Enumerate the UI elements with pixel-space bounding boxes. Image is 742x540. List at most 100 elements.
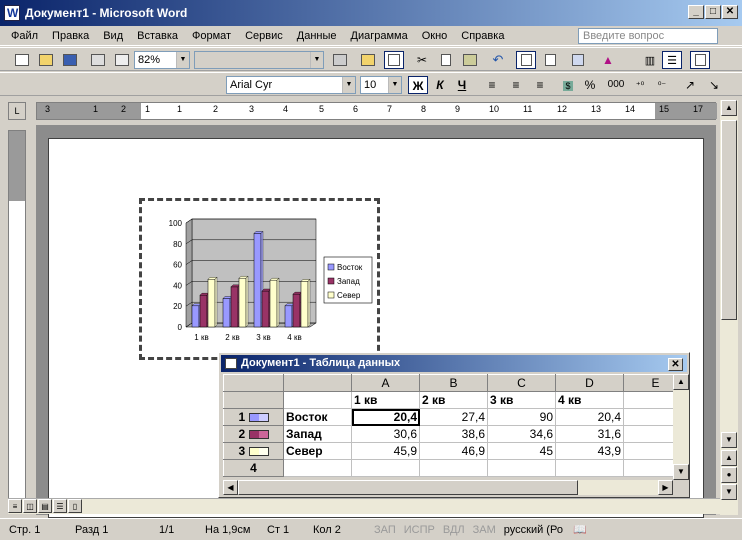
bar[interactable] [261,290,270,328]
datasheet-vscroll[interactable]: ▲ ▼ [673,374,689,480]
bar[interactable] [222,298,231,328]
align-center-icon[interactable]: ≡ [506,76,526,94]
grid-cell[interactable]: 20,4 [555,408,624,426]
x-tick-label[interactable]: 2 кв [225,333,239,342]
italic-button[interactable]: К [430,76,450,94]
datasheet-close-button[interactable]: ✕ [668,358,683,371]
open-folder-icon[interactable] [36,51,56,69]
grid-cell[interactable]: 34,6 [487,425,556,443]
by-column-icon[interactable] [540,51,560,69]
legend-entry[interactable]: Север [337,291,361,300]
reading-view-icon[interactable]: ▯ [68,499,82,513]
align-right-icon[interactable]: ≡ [530,76,550,94]
angle-clockwise-icon[interactable]: ↘ [704,76,724,94]
chart-type-icon[interactable]: ▲ [598,51,618,69]
grid-cell[interactable]: Восток [283,408,352,426]
bar-side[interactable] [276,277,280,328]
normal-view-icon[interactable]: ≡ [8,499,22,513]
print-layout-icon[interactable]: ▤ [38,499,52,513]
web-view-icon[interactable]: ◫ [23,499,37,513]
legend-swatch[interactable] [327,263,335,271]
chart-object[interactable]: 0 20 40 60 80 100 1 кв 2 кв 3 кв 4 кв Восток Запад С… [138,197,381,361]
grid-cell[interactable]: 4 кв [555,391,624,409]
grid-cell[interactable]: 43,9 [555,442,624,460]
bar[interactable] [230,286,239,328]
legend-entry[interactable]: Восток [337,263,363,272]
grid-corner-spacer[interactable] [283,374,352,392]
column-header[interactable]: B [419,374,488,392]
datasheet-window[interactable]: Документ1 - Таблица данных ✕ A B C D E 1… [218,352,690,498]
tab-selector[interactable]: L [8,102,26,120]
copy-icon[interactable] [436,51,456,69]
grid-cell[interactable] [283,459,352,477]
grid-cell[interactable]: Запад [283,425,352,443]
spelling-status-icon[interactable]: 📖 [567,523,593,536]
bar[interactable] [284,305,293,328]
grid-cell[interactable]: 30,6 [351,425,420,443]
y-tick-label[interactable]: 100 [169,219,183,228]
ds-scroll-left-icon[interactable]: ◀ [223,480,238,495]
paste-icon[interactable] [460,51,480,69]
data-table-icon[interactable] [568,51,588,69]
word-app-icon[interactable] [4,5,20,21]
chart-objects-select[interactable]: ▼ [194,51,324,69]
bar-side[interactable] [245,275,249,328]
underline-button[interactable]: Ч [452,76,472,94]
increase-decimal-icon[interactable]: ⁺⁰ [630,76,650,94]
menu-insert[interactable]: Вставка [130,30,185,42]
grid-cell[interactable] [351,459,420,477]
bar[interactable] [269,279,278,328]
ds-scroll-up-icon[interactable]: ▲ [673,374,689,390]
legend-swatch[interactable] [327,277,335,285]
ds-scroll-down-icon[interactable]: ▼ [673,464,689,480]
bar[interactable] [253,233,262,328]
grid-cell[interactable]: 2 кв [419,391,488,409]
status-record[interactable]: ЗАП [370,524,400,536]
row-header[interactable]: 4 [223,459,284,477]
scroll-up-icon[interactable]: ▲ [721,100,737,116]
bar[interactable] [191,305,200,328]
column-header[interactable]: C [487,374,556,392]
vertical-scrollbar[interactable]: ▲ ▼ ▲ ● ▼ [720,100,738,515]
decrease-decimal-icon[interactable]: ⁰⁻ [652,76,672,94]
column-header[interactable]: D [555,374,624,392]
horizontal-scrollbar[interactable]: ≡ ◫ ▤ ☰ ▯ [8,498,720,514]
legend-icon[interactable] [690,51,710,69]
vertical-gridlines-icon[interactable]: ▥ [640,51,660,69]
grid-cell-selected[interactable]: 20,4 [351,408,420,426]
undo-icon[interactable]: ↶ [488,51,508,69]
print-preview-icon[interactable] [112,51,132,69]
outline-view-icon[interactable]: ☰ [53,499,67,513]
vertical-ruler[interactable] [8,130,26,510]
bar-side[interactable] [307,278,311,328]
grid-cell[interactable] [419,459,488,477]
ask-question-box[interactable]: Введите вопрос [578,28,718,44]
bar-side[interactable] [214,276,218,328]
status-track[interactable]: ИСПР [400,524,439,536]
comma-style-button[interactable]: 000 [604,76,628,94]
percent-style-button[interactable]: % [580,76,600,94]
maximize-button[interactable]: □ [705,5,721,19]
status-extend[interactable]: ВДЛ [439,524,469,536]
currency-style-icon[interactable]: $ [558,76,578,94]
grid-cell[interactable]: 38,6 [419,425,488,443]
x-tick-label[interactable]: 1 кв [194,333,208,342]
grid-cell[interactable]: 90 [487,408,556,426]
zoom-select[interactable]: 82% ▼ [134,51,190,69]
menu-chart[interactable]: Диаграмма [344,30,415,42]
x-tick-label[interactable]: 3 кв [256,333,270,342]
grid-cell[interactable]: 1 кв [351,391,420,409]
ds-scroll-right-icon[interactable]: ▶ [658,480,673,495]
bar[interactable] [199,294,208,328]
y-tick-label[interactable]: 60 [173,261,182,270]
import-file-icon[interactable] [358,51,378,69]
align-left-icon[interactable]: ≡ [482,76,502,94]
next-page-icon[interactable]: ▼ [721,484,737,500]
column-header[interactable]: A [351,374,420,392]
bar[interactable] [207,279,216,328]
y-tick-label[interactable]: 0 [178,323,183,332]
browse-object-icon[interactable]: ● [721,467,737,483]
scroll-thumb[interactable] [721,120,737,320]
status-language[interactable]: русский (Ро [500,524,567,536]
y-tick-label[interactable]: 80 [173,240,182,249]
